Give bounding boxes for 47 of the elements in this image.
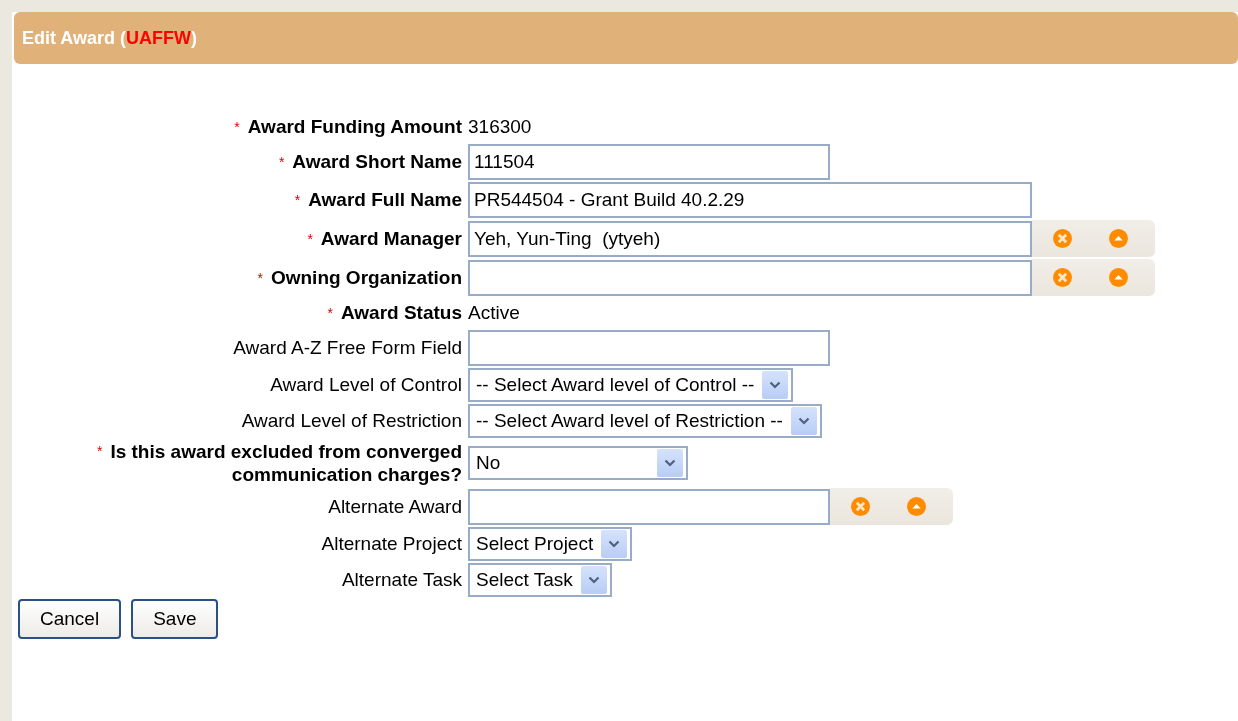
field-label: Award A-Z Free Form Field	[233, 337, 462, 358]
expand-icon[interactable]	[1108, 228, 1129, 249]
chevron-down-icon	[797, 417, 810, 425]
input-field[interactable]	[468, 259, 1032, 296]
field-label: Alternate Award	[328, 495, 462, 517]
dropdown[interactable]: Select Task	[468, 563, 612, 597]
required-asterisk: *	[294, 192, 301, 208]
dropdown[interactable]: -- Select Award level of Control --	[468, 368, 794, 402]
expand-icon[interactable]	[1108, 267, 1129, 288]
input-field[interactable]	[468, 330, 830, 366]
field-label: Award Short Name	[292, 151, 462, 172]
required-asterisk: *	[278, 154, 285, 170]
form-button[interactable]: Save	[131, 599, 219, 639]
field-label: Owning Organization	[270, 266, 462, 288]
clear-icon[interactable]	[1052, 228, 1073, 249]
chevron-down-icon	[608, 540, 621, 548]
field-label: Award Funding Amount	[247, 116, 462, 137]
dropdown[interactable]: No	[468, 446, 688, 480]
input-field[interactable]	[468, 488, 830, 525]
field-label: Award Level of Restriction	[241, 410, 462, 431]
chevron-down-icon	[664, 459, 676, 467]
required-asterisk: *	[234, 119, 240, 135]
field-label: Award Full Name	[308, 189, 462, 210]
field-label: Alternate Project	[321, 533, 462, 554]
dropdown[interactable]: Select Project	[468, 527, 633, 561]
field-label: Alternate Task	[341, 569, 462, 590]
input-field[interactable]: 111504	[468, 144, 830, 180]
input-field[interactable]: PR544504 - Grant Build 40.2.29	[468, 182, 1032, 218]
required-asterisk: *	[96, 443, 103, 459]
chevron-down-icon	[587, 576, 600, 584]
form-button[interactable]: Cancel	[18, 599, 122, 639]
dropdown[interactable]: -- Select Award level of Restriction --	[468, 404, 822, 438]
field-label: Award Status	[340, 302, 462, 323]
clear-icon[interactable]	[1052, 267, 1073, 288]
required-asterisk: *	[257, 269, 263, 286]
field-value: Active	[468, 302, 520, 324]
field-label: Is this award excluded from converged communication charges?	[110, 441, 462, 485]
field-value: 316300	[468, 116, 532, 138]
expand-icon[interactable]	[906, 496, 927, 517]
chevron-down-icon	[769, 381, 782, 389]
clear-icon[interactable]	[850, 496, 871, 517]
required-asterisk: *	[307, 230, 313, 247]
input-field[interactable]: Yeh, Yun-Ting (ytyeh)	[468, 220, 1032, 257]
required-asterisk: *	[327, 305, 333, 321]
field-label: Award Level of Control	[270, 374, 462, 395]
field-label: Award Manager	[320, 227, 462, 249]
page-title: Edit Award (UAFFW)	[22, 27, 197, 49]
